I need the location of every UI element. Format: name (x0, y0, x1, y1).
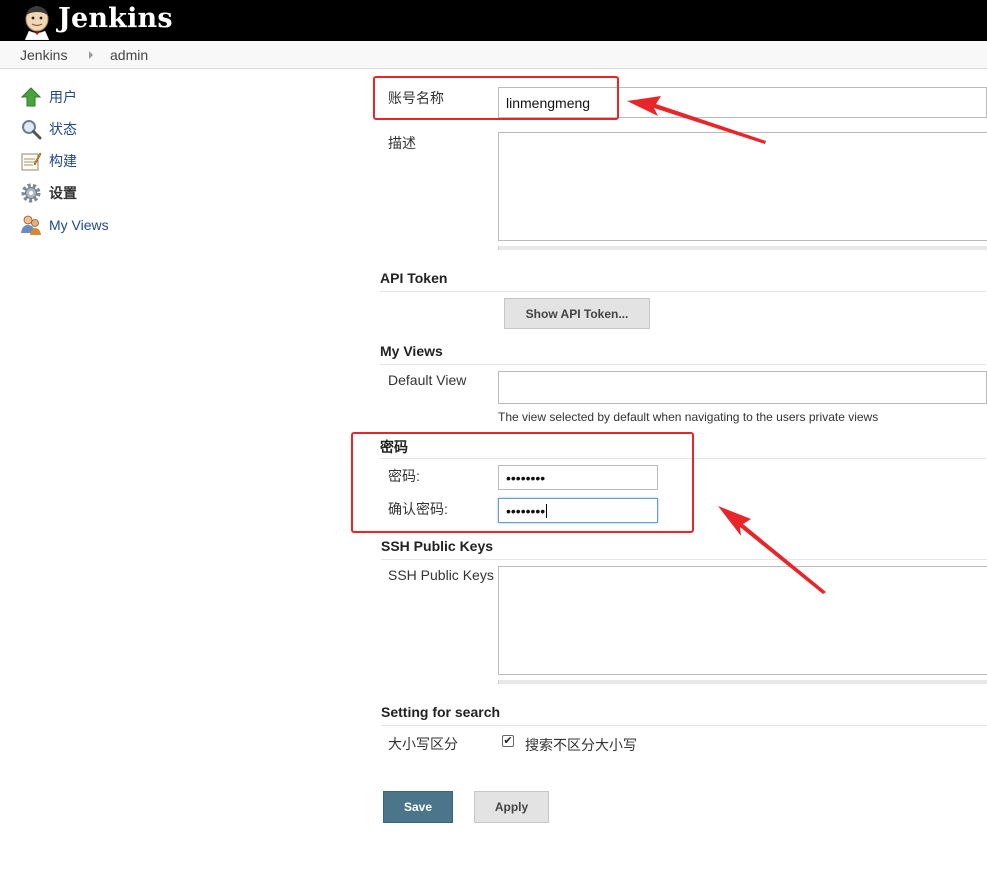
annotation-arrows (627, 96, 826, 594)
annotation-arrow-top (627, 96, 766, 144)
annotation-arrow-bottom (718, 506, 826, 594)
